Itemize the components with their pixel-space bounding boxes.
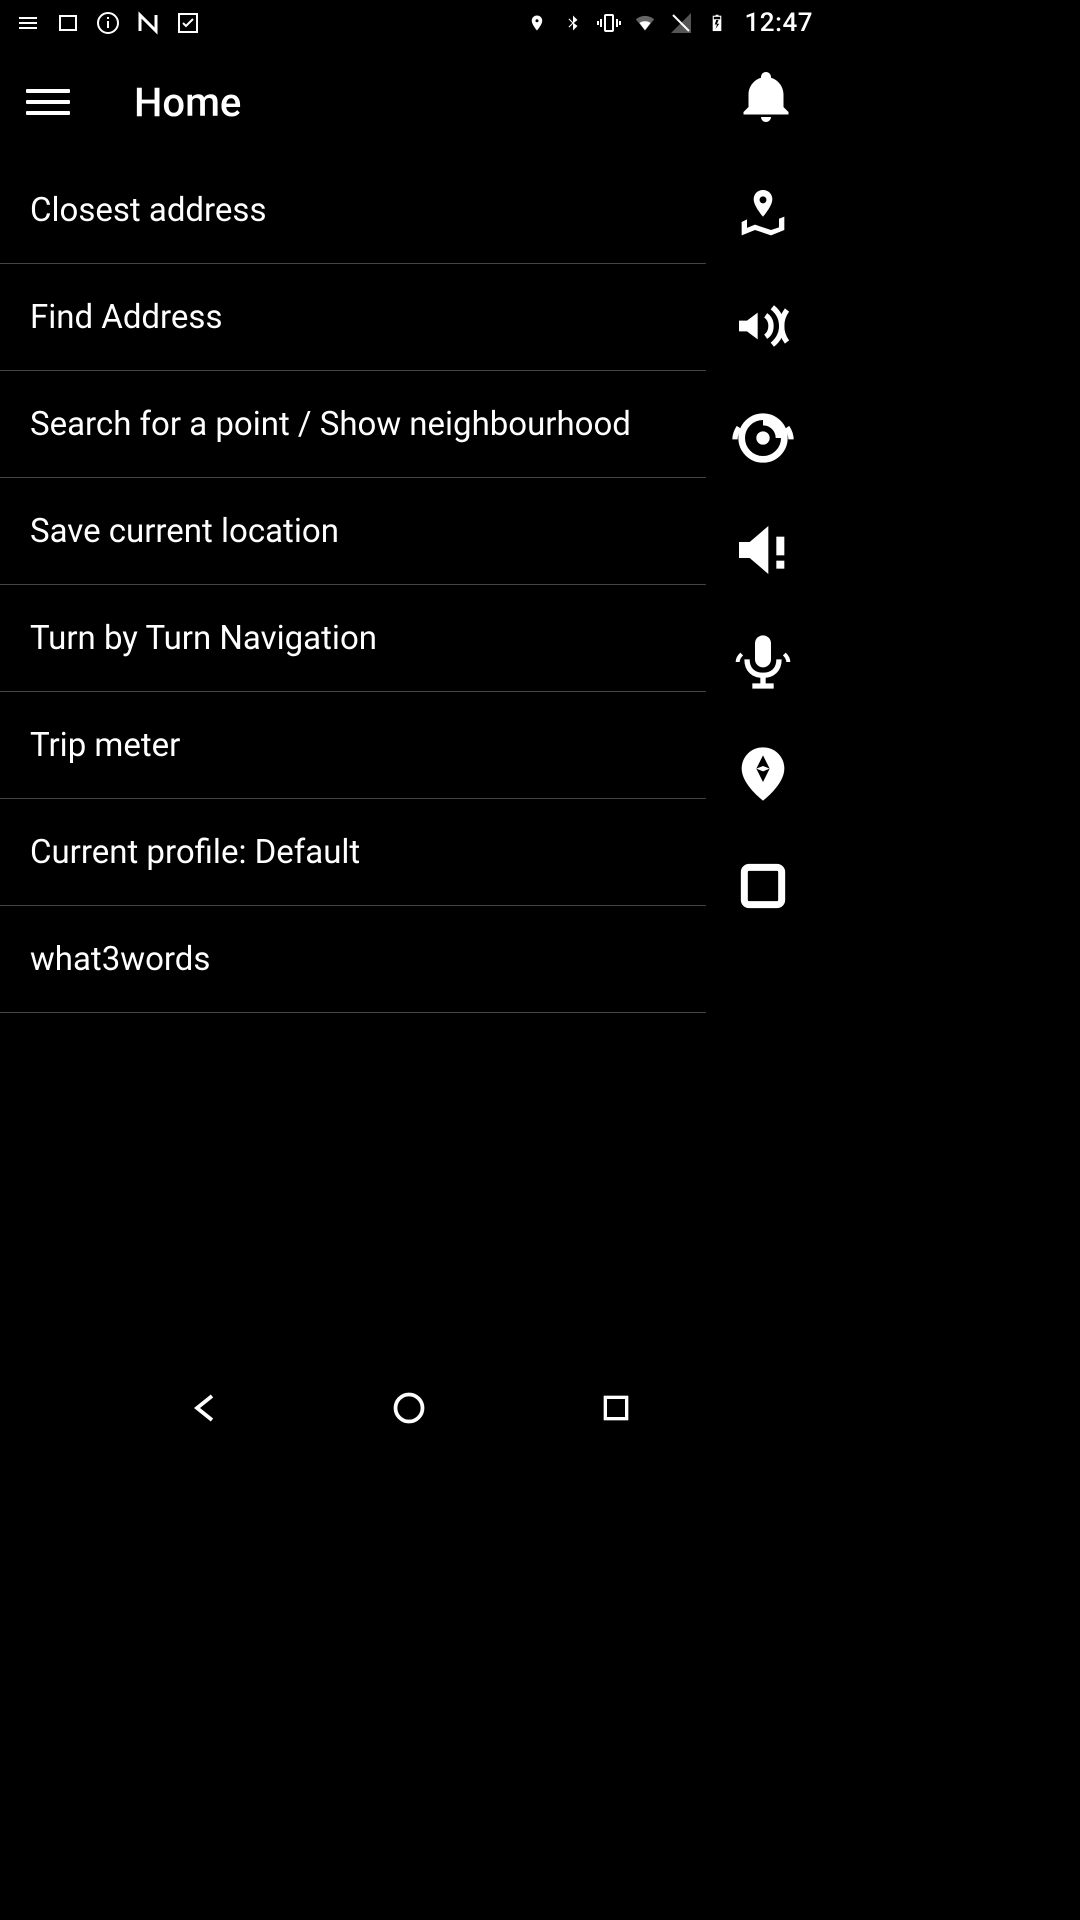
signal-status-icon <box>669 11 693 35</box>
sound-broadcast-icon[interactable] <box>724 270 802 382</box>
home-button[interactable] <box>383 1382 435 1434</box>
check-status-icon <box>176 11 200 35</box>
compass-pin-icon[interactable] <box>724 718 802 830</box>
info-status-icon <box>96 11 120 35</box>
vibrate-status-icon <box>597 11 621 35</box>
status-time: 12:47 <box>745 8 813 38</box>
status-bar: 12:47 <box>0 0 819 46</box>
android-nav-bar <box>0 1360 819 1456</box>
menu-item-search-point[interactable]: Search for a point / Show neighbourhood <box>0 371 706 478</box>
wifi-status-icon <box>633 11 657 35</box>
battery-status-icon <box>705 11 729 35</box>
back-button[interactable] <box>177 1382 229 1434</box>
main-content: Closest address Find Address Search for … <box>0 158 819 1360</box>
stop-square-icon[interactable] <box>724 830 802 942</box>
menu-item-trip-meter[interactable]: Trip meter <box>0 692 706 799</box>
menu-item-turn-by-turn[interactable]: Turn by Turn Navigation <box>0 585 706 692</box>
menu-status-icon <box>16 11 40 35</box>
volume-alert-icon[interactable] <box>724 494 802 606</box>
card-status-icon <box>56 11 80 35</box>
bell-icon[interactable] <box>727 58 805 136</box>
page-title: Home <box>134 79 241 126</box>
n-status-icon <box>136 11 160 35</box>
side-toolbar <box>706 158 819 1360</box>
menu-item-closest-address[interactable]: Closest address <box>0 158 706 264</box>
microphone-icon[interactable] <box>724 606 802 718</box>
app-bar: Home <box>0 46 819 158</box>
refresh-sound-icon[interactable] <box>724 382 802 494</box>
location-status-icon <box>525 11 549 35</box>
menu-item-what3words[interactable]: what3words <box>0 906 706 1013</box>
map-location-icon[interactable] <box>724 158 802 270</box>
hamburger-menu-icon[interactable] <box>26 80 70 124</box>
menu-item-find-address[interactable]: Find Address <box>0 264 706 371</box>
bluetooth-status-icon <box>561 11 585 35</box>
recents-button[interactable] <box>590 1382 642 1434</box>
menu-item-current-profile[interactable]: Current profile: Default <box>0 799 706 906</box>
menu-list: Closest address Find Address Search for … <box>0 158 706 1360</box>
menu-item-save-location[interactable]: Save current location <box>0 478 706 585</box>
